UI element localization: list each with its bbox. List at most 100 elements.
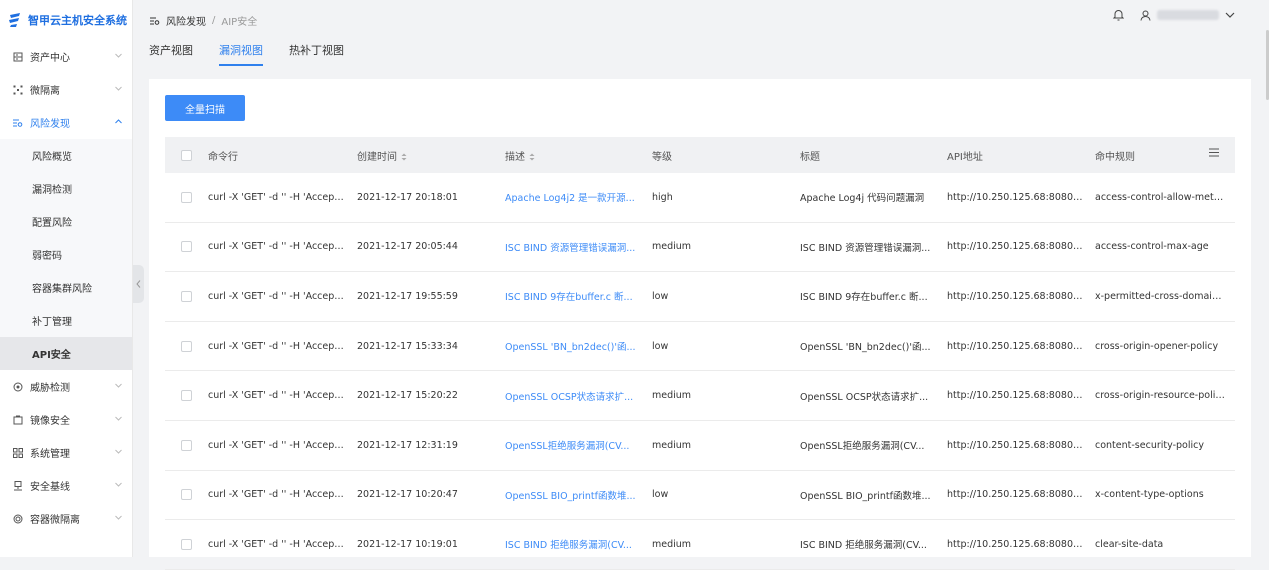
breadcrumb-parent[interactable]: 风险发现 <box>166 13 206 28</box>
chevron-down-icon <box>115 416 122 421</box>
column-header-description[interactable]: 描述 <box>505 148 652 163</box>
view-tabs: 资产视图 漏洞视图 热补丁视图 <box>149 42 344 66</box>
image-icon <box>13 415 23 425</box>
sidebar-item-label: 微隔离 <box>30 86 60 97</box>
sidebar-subitem-api-security[interactable]: API安全 <box>0 337 132 370</box>
bell-icon[interactable] <box>1113 9 1124 21</box>
sidebar-item-container-micro-isolation[interactable]: 容器微隔离 <box>0 502 132 535</box>
app-title: 智甲云主机安全系统 <box>28 14 127 27</box>
cell-command: curl -X 'GET' -d '' -H 'Accept: ... <box>208 489 354 501</box>
full-scan-button[interactable]: 全量扫描 <box>165 95 245 121</box>
row-checkbox[interactable] <box>181 489 192 501</box>
cell-level: medium <box>652 390 692 402</box>
cell-api-address: http://10.250.125.68:8080/do... <box>947 538 1095 550</box>
table-row[interactable]: curl -X 'GET' -d '' -H 'Accept: ... 2021… <box>165 173 1235 223</box>
user-icon <box>1140 10 1151 21</box>
sidebar-subitem-vuln-detection[interactable]: 漏洞检测 <box>0 172 132 205</box>
cell-description-link[interactable]: ISC BIND 9存在buffer.c 断... <box>505 289 652 303</box>
table-row[interactable]: curl -X 'GET' -d '' -H 'Accept: ... 2021… <box>165 421 1235 471</box>
sidebar-subitem-risk-overview[interactable]: 风险概览 <box>0 139 132 172</box>
cell-description-link[interactable]: OpenSSL OCSP状态请求扩... <box>505 389 652 403</box>
chevron-down-icon <box>115 53 122 58</box>
sidebar-item-label: 威胁检测 <box>30 383 70 394</box>
column-header-level: 等级 <box>652 151 672 163</box>
row-checkbox-cell <box>165 439 208 451</box>
baseline-icon <box>13 480 23 491</box>
username-redacted <box>1157 10 1219 20</box>
row-checkbox[interactable] <box>181 191 192 203</box>
row-checkbox[interactable] <box>181 290 192 302</box>
cell-description-link[interactable]: OpenSSL拒绝服务漏洞(CV... <box>505 438 652 452</box>
user-area <box>1113 9 1235 21</box>
server-icon <box>13 52 23 62</box>
cell-title: OpenSSL OCSP状态请求扩... <box>800 391 929 403</box>
tab-asset-view[interactable]: 资产视图 <box>149 42 193 66</box>
cell-matched-rule: access-control-allow-methods <box>1095 191 1235 203</box>
table-row[interactable]: curl -X 'GET' -d '' -H 'Accept: ... 2021… <box>165 223 1235 273</box>
cell-command: curl -X 'GET' -d '' -H 'Accept: ... <box>208 191 354 203</box>
chevron-up-icon <box>115 119 122 124</box>
cell-title: ISC BIND 拒绝服务漏洞(CV... <box>800 540 927 552</box>
sidebar-item-label: 资产中心 <box>30 53 70 64</box>
sidebar-subitem-weak-password[interactable]: 弱密码 <box>0 238 132 271</box>
cell-command: curl -X 'GET' -d '' -H 'Accept: ... <box>208 538 354 550</box>
column-settings-icon[interactable] <box>1209 148 1219 157</box>
row-checkbox[interactable] <box>181 538 192 550</box>
column-header-api-address: API地址 <box>947 151 983 163</box>
chevron-down-icon <box>115 449 122 454</box>
cell-level: medium <box>652 538 692 550</box>
table-row[interactable]: curl -X 'GET' -d '' -H 'Accept: ... 2021… <box>165 520 1235 570</box>
table-body: curl -X 'GET' -d '' -H 'Accept: ... 2021… <box>165 173 1235 570</box>
sidebar-collapse-toggle[interactable] <box>133 265 144 303</box>
cell-description-link[interactable]: ISC BIND 资源管理错误漏洞... <box>505 240 652 254</box>
sidebar-item-image-security[interactable]: 镜像安全 <box>0 403 132 436</box>
sidebar-item-risk-discovery[interactable]: 风险发现 <box>0 106 132 139</box>
row-checkbox[interactable] <box>181 241 192 253</box>
sidebar-item-label: 安全基线 <box>30 482 70 493</box>
tab-vulnerability-view[interactable]: 漏洞视图 <box>219 42 263 66</box>
column-header-label: 创建时间 <box>357 151 397 163</box>
cell-description-link[interactable]: ISC BIND 拒绝服务漏洞(CV... <box>505 537 652 551</box>
chevron-down-icon <box>115 383 122 388</box>
table-row[interactable]: curl -X 'GET' -d '' -H 'Accept: ... 2021… <box>165 272 1235 322</box>
sidebar-item-threat-detection[interactable]: 威胁检测 <box>0 370 132 403</box>
column-header-label: 描述 <box>505 151 525 163</box>
cell-level: low <box>652 290 669 302</box>
sidebar-subitem-container-cluster-risk[interactable]: 容器集群风险 <box>0 271 132 304</box>
row-checkbox[interactable] <box>181 340 192 352</box>
cell-description-link[interactable]: OpenSSL 'BN_bn2dec()'函... <box>505 339 652 353</box>
user-menu[interactable] <box>1140 10 1235 21</box>
tab-hotpatch-view[interactable]: 热补丁视图 <box>289 42 344 66</box>
chevron-down-icon <box>115 515 122 520</box>
row-checkbox-cell <box>165 538 208 550</box>
sidebar-subitem-patch-management[interactable]: 补丁管理 <box>0 304 132 337</box>
breadcrumb: 风险发现 / AIP安全 <box>150 13 257 28</box>
container-icon <box>13 514 23 524</box>
row-checkbox[interactable] <box>181 439 192 451</box>
row-checkbox-cell <box>165 191 208 203</box>
table-row[interactable]: curl -X 'GET' -d '' -H 'Accept: ... 2021… <box>165 371 1235 421</box>
cell-created-time: 2021-12-17 15:20:22 <box>357 390 458 402</box>
cell-matched-rule: access-control-max-age <box>1095 241 1209 253</box>
sidebar-item-micro-isolation[interactable]: 微隔离 <box>0 73 132 106</box>
sidebar-subitem-config-risk[interactable]: 配置风险 <box>0 205 132 238</box>
table-row[interactable]: curl -X 'GET' -d '' -H 'Accept: ... 2021… <box>165 322 1235 372</box>
cell-created-time: 2021-12-17 20:05:44 <box>357 241 458 253</box>
cell-description-link[interactable]: Apache Log4j2 是一款开源... <box>505 190 652 204</box>
cell-level: low <box>652 489 669 501</box>
row-checkbox-cell <box>165 390 208 402</box>
select-all-checkbox[interactable] <box>181 149 192 161</box>
cell-description-link[interactable]: OpenSSL BIO_printf函数堆... <box>505 488 652 502</box>
table-row[interactable]: curl -X 'GET' -d '' -H 'Accept: ... 2021… <box>165 471 1235 521</box>
column-header-created-time[interactable]: 创建时间 <box>357 148 505 163</box>
sidebar-item-security-baseline[interactable]: 安全基线 <box>0 469 132 502</box>
cell-matched-rule: cross-origin-opener-policy <box>1095 340 1219 352</box>
sidebar-item-assets[interactable]: 资产中心 <box>0 40 132 73</box>
cell-created-time: 2021-12-17 15:33:34 <box>357 340 458 352</box>
apps-icon <box>13 447 23 458</box>
sidebar-item-system-management[interactable]: 系统管理 <box>0 436 132 469</box>
sidebar: 智甲云主机安全系统 资产中心 微隔离 风险发现 风险概览 漏洞检测 配置风险 弱… <box>0 0 133 557</box>
threat-icon <box>13 382 23 392</box>
cell-api-address: http://10.250.125.68:8080/do... <box>947 390 1095 402</box>
row-checkbox[interactable] <box>181 390 192 402</box>
